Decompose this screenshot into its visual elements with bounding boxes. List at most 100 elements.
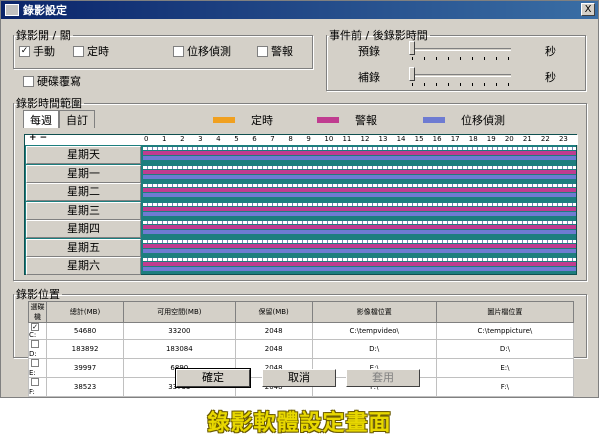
apply-button[interactable]: 套用 — [346, 369, 420, 387]
schedule-slot-grid[interactable] — [143, 202, 576, 206]
legend-schedule-swatch — [213, 117, 235, 123]
day-row[interactable]: 星期天 — [25, 146, 578, 165]
cancel-button[interactable]: 取消 — [262, 369, 336, 387]
motion-bar[interactable] — [143, 193, 576, 197]
pre-record-slider-track[interactable] — [411, 48, 511, 51]
drive-checkbox[interactable] — [31, 340, 39, 348]
alarm-bar[interactable] — [143, 206, 576, 211]
day-schedule-bars[interactable] — [143, 147, 576, 163]
day-schedule-bars[interactable] — [143, 221, 576, 237]
day-schedule-bars[interactable] — [143, 239, 576, 256]
day-label[interactable]: 星期一 — [26, 164, 141, 183]
alarm-checkbox[interactable] — [257, 45, 268, 57]
alarm-bar[interactable] — [143, 169, 576, 174]
day-row[interactable]: 星期四 — [25, 220, 578, 239]
day-label[interactable]: 星期五 — [26, 238, 141, 257]
day-label[interactable]: 星期三 — [26, 201, 141, 220]
drive-checkbox[interactable] — [31, 359, 39, 367]
schedule-checkbox[interactable] — [73, 45, 84, 57]
schedule-tabs: 每週 自訂 — [23, 110, 95, 128]
motion-bar[interactable] — [143, 230, 576, 234]
schedule-slot-grid[interactable] — [143, 184, 576, 187]
day-schedule-bars[interactable] — [143, 165, 576, 182]
reserve-cell[interactable]: 2048 — [234, 339, 313, 359]
hour-label: 15 — [414, 135, 424, 143]
drive-cell[interactable]: F: — [28, 377, 47, 397]
col-picture-path[interactable]: 圖片檔位置 — [435, 301, 575, 323]
motion-bar[interactable] — [143, 267, 576, 271]
schedule-slot-grid[interactable] — [143, 258, 576, 261]
day-label[interactable]: 星期六 — [26, 257, 141, 275]
tab-custom[interactable]: 自訂 — [59, 110, 95, 128]
hour-label: 11 — [342, 135, 352, 143]
pre-record-slider-thumb[interactable] — [409, 41, 415, 55]
title-bar[interactable]: 錄影設定 X — [1, 1, 598, 19]
alarm-bar[interactable] — [143, 243, 576, 248]
drive-cell[interactable]: D: — [28, 339, 47, 359]
alarm-bar[interactable] — [143, 225, 576, 229]
schedule-grid[interactable]: + − 0 1 2 3 4 5 6 7 8 9 10 11 12 13 14 15 16 17 18 19 20 21 22… — [24, 134, 578, 276]
day-label[interactable]: 星期四 — [26, 220, 141, 238]
legend-motion-label: 位移偵測 — [461, 114, 505, 127]
hour-label: 6 — [252, 135, 257, 143]
free-cell: 33200 — [123, 322, 236, 340]
close-button[interactable]: X — [581, 3, 595, 16]
day-schedule-bars[interactable] — [143, 258, 576, 274]
tab-weekly[interactable]: 每週 — [23, 110, 59, 128]
day-row[interactable]: 星期六 — [25, 257, 578, 276]
drive-checkbox[interactable] — [31, 378, 39, 386]
motion-bar[interactable] — [143, 174, 576, 179]
schedule-slot-grid[interactable] — [143, 221, 576, 224]
schedule-label: 定時 — [87, 45, 109, 58]
day-row[interactable]: 星期五 — [25, 238, 578, 258]
table-row[interactable]: ✓ C: 54680 33200 2048 C:\tempvideo\ C:\t… — [28, 322, 575, 340]
overwrite-checkbox[interactable] — [23, 75, 34, 87]
post-record-slider-thumb[interactable] — [409, 67, 415, 81]
legend-alarm-swatch — [317, 117, 339, 123]
picture-path-cell[interactable]: D:\ — [435, 339, 575, 359]
col-total[interactable]: 總計(MB) — [45, 301, 125, 323]
motion-bar[interactable] — [143, 156, 576, 160]
drive-letter: F: — [29, 388, 35, 396]
schedule-slot-grid[interactable] — [143, 239, 576, 243]
motion-bar[interactable] — [143, 211, 576, 216]
drive-cell[interactable]: E: — [28, 358, 47, 378]
schedule-slot-grid[interactable] — [143, 165, 576, 169]
col-video-path[interactable]: 影像檔位置 — [311, 301, 437, 323]
picture-path-cell[interactable]: E:\ — [435, 358, 575, 378]
col-free[interactable]: 可用空間(MB) — [123, 301, 236, 323]
video-path-cell[interactable]: D:\ — [311, 339, 437, 359]
schedule-checkbox-row[interactable]: 定時 — [73, 43, 109, 59]
day-schedule-bars[interactable] — [143, 184, 576, 200]
picture-path-cell[interactable]: C:\temppicture\ — [435, 322, 575, 340]
post-record-slider-track[interactable] — [411, 74, 511, 77]
col-drive[interactable]: 選碟機 — [28, 301, 47, 323]
alarm-checkbox-row[interactable]: 警報 — [257, 43, 293, 59]
alarm-bar[interactable] — [143, 188, 576, 192]
manual-checkbox[interactable]: ✓ — [19, 45, 30, 57]
alarm-bar[interactable] — [143, 262, 576, 266]
picture-path-cell[interactable]: F:\ — [435, 377, 575, 397]
schedule-slot-grid[interactable] — [143, 147, 576, 150]
video-path-cell[interactable]: C:\tempvideo\ — [311, 322, 437, 340]
day-schedule-bars[interactable] — [143, 202, 576, 219]
reserve-cell[interactable]: 2048 — [234, 322, 313, 340]
drive-cell[interactable]: ✓ C: — [28, 322, 47, 340]
day-label[interactable]: 星期天 — [26, 146, 141, 164]
day-row[interactable]: 星期三 — [25, 201, 578, 221]
zoom-plus-minus[interactable]: + − — [29, 134, 47, 143]
col-reserve[interactable]: 保留(MB) — [234, 301, 313, 323]
motion-checkbox[interactable] — [173, 45, 184, 57]
day-row[interactable]: 星期一 — [25, 164, 578, 184]
overwrite-checkbox-row[interactable]: 硬碟覆寫 — [23, 73, 81, 89]
table-row[interactable]: D: 183892 183084 2048 D:\ D:\ — [28, 339, 575, 359]
hour-label: 17 — [450, 135, 460, 143]
ok-button[interactable]: 確定 — [175, 368, 251, 388]
day-row[interactable]: 星期二 — [25, 183, 578, 202]
day-label[interactable]: 星期二 — [26, 183, 141, 201]
motion-checkbox-row[interactable]: 位移偵測 — [173, 43, 231, 59]
motion-bar[interactable] — [143, 248, 576, 253]
drive-checkbox[interactable]: ✓ — [31, 323, 39, 331]
manual-checkbox-row[interactable]: ✓ 手動 — [19, 43, 55, 59]
alarm-bar[interactable] — [143, 151, 576, 155]
